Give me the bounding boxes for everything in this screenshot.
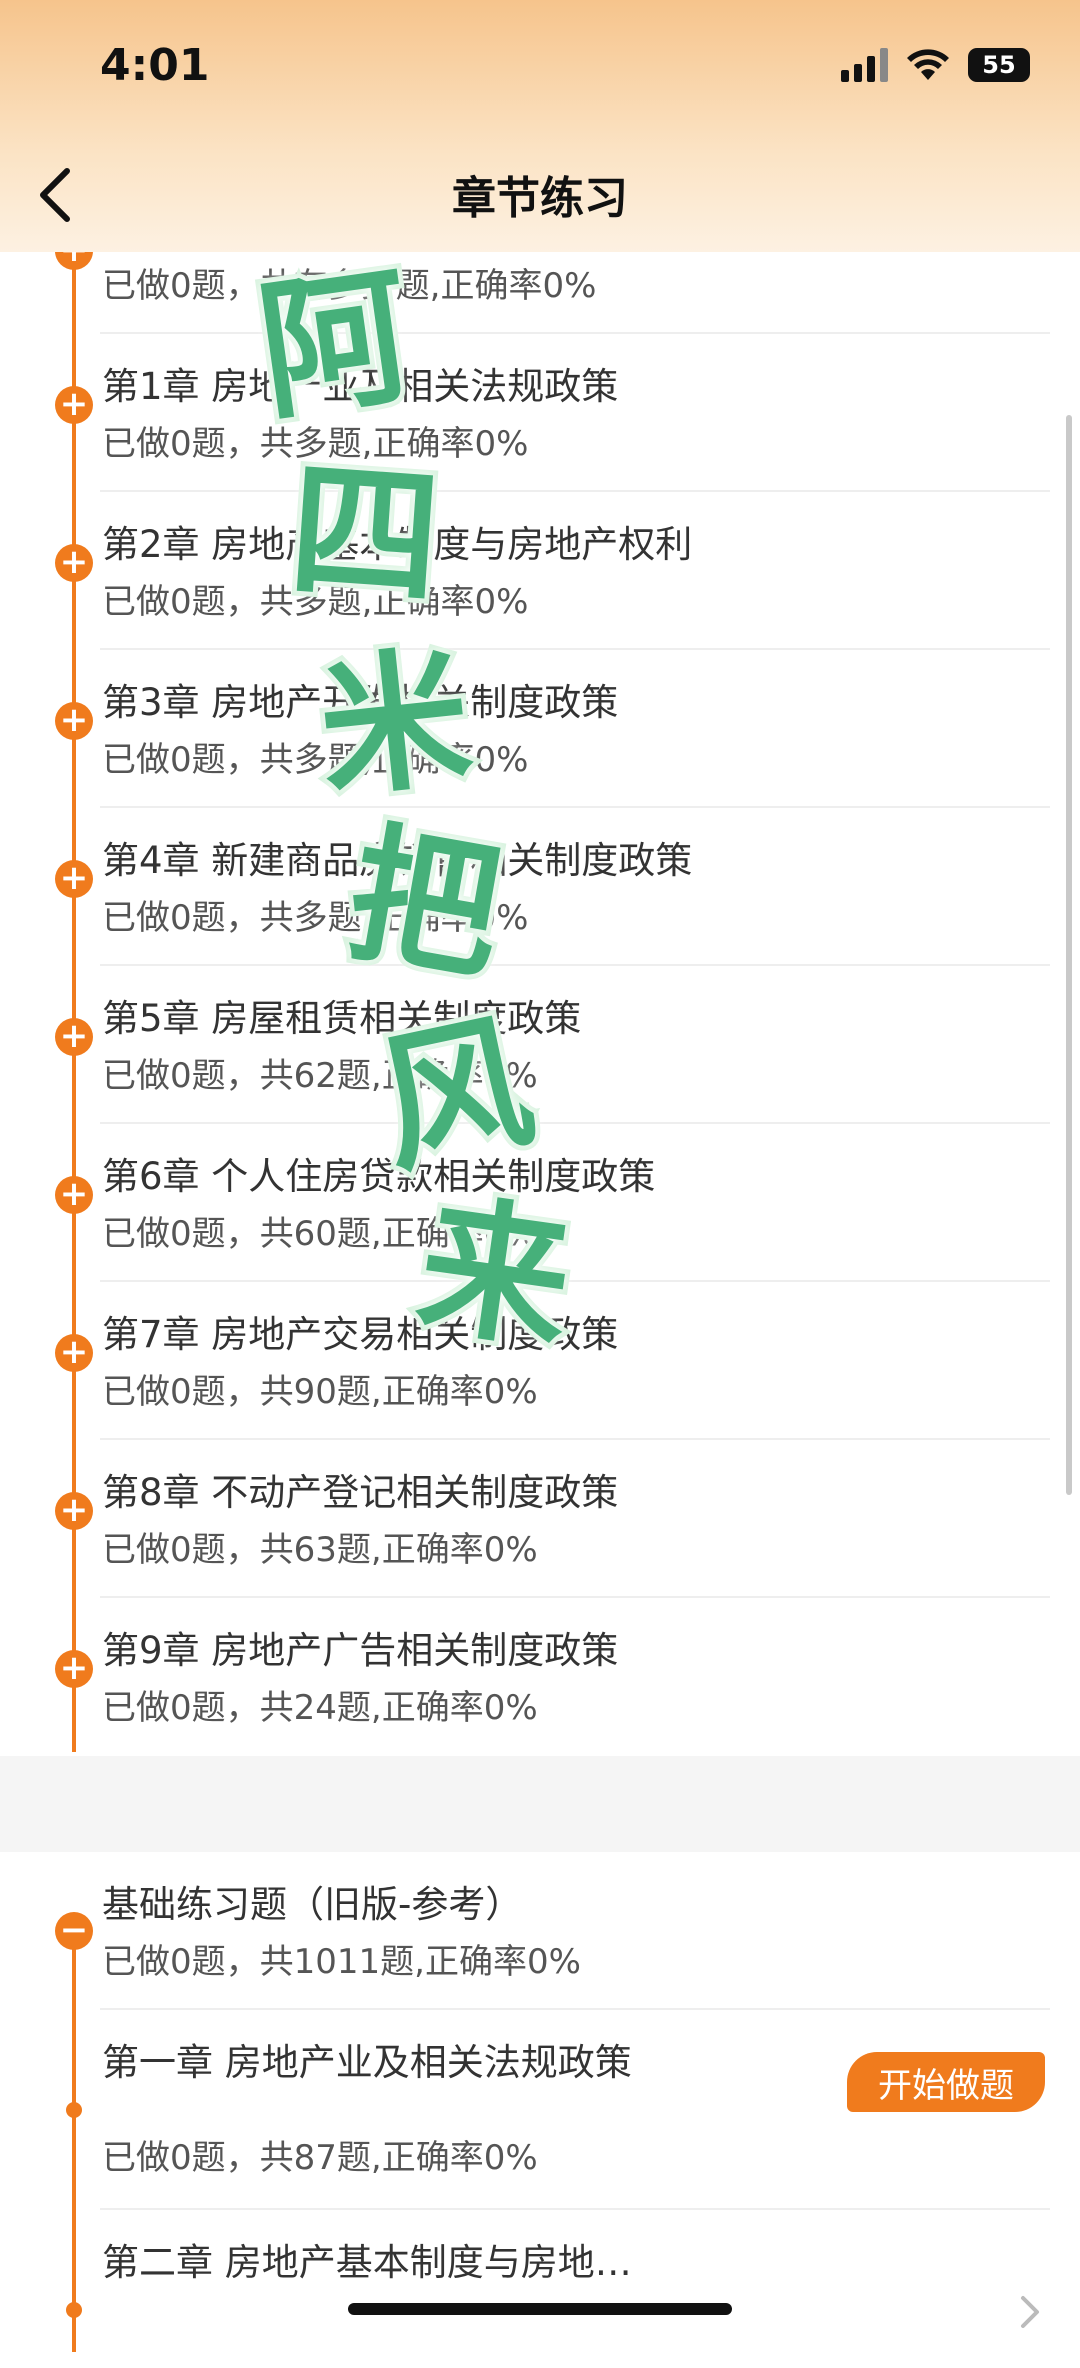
plus-circle-icon[interactable]: + <box>55 1334 93 1372</box>
scrollbar[interactable] <box>1066 415 1072 1495</box>
plus-circle-icon[interactable]: + <box>55 1492 93 1530</box>
status-icons: 55 <box>841 48 1030 82</box>
sticker-char: 来 <box>404 1173 587 1376</box>
section-title: 基础练习题（旧版-参考） <box>102 1883 523 1926</box>
start-practice-button[interactable]: 开始做题 <box>847 2052 1045 2112</box>
plus-circle-icon[interactable]: + <box>55 544 93 582</box>
plus-circle-icon[interactable]: + <box>55 386 93 424</box>
section-stats: 已做0题，共1011题,正确率0% <box>102 1942 581 1982</box>
sticker-char: 米 <box>306 626 483 825</box>
plus-circle-icon[interactable]: + <box>55 1650 93 1688</box>
section-gap <box>0 1756 1080 1852</box>
list-item[interactable]: 第9章 房地产广告相关制度政策 已做0题，共24题,正确率0% <box>0 1598 1080 1756</box>
list-item[interactable]: 第二章 房地产基本制度与房地… <box>0 2210 1080 2368</box>
wifi-icon <box>907 49 949 80</box>
section-header[interactable]: 基础练习题（旧版-参考） 已做0题，共1011题,正确率0% <box>0 1852 1080 2010</box>
plus-circle-icon[interactable]: + <box>55 702 93 740</box>
plus-circle-icon[interactable]: + <box>55 1176 93 1214</box>
timeline-dot <box>66 2102 82 2118</box>
chevron-right-icon[interactable] <box>1015 2295 1045 2329</box>
chapter-stats: 已做0题，共63题,正确率0% <box>102 1530 538 1570</box>
sticker-char: 四 <box>279 438 451 632</box>
list-item[interactable]: 第1章 房地产业及相关法规政策 已做0题，共多题,正确率0% <box>0 334 1080 492</box>
list-item[interactable]: 第2章 房地产基本制度与房地产权利 已做0题，共多题,正确率0% <box>0 492 1080 650</box>
sticker-char: 阿 <box>244 243 427 446</box>
plus-circle-icon[interactable]: + <box>55 860 93 898</box>
chapter-stats: 已做0题，共24题,正确率0% <box>102 1688 538 1728</box>
plus-circle-icon[interactable]: + <box>55 1018 93 1056</box>
list-item[interactable]: 第4章 新建商品房销售相关制度政策 已做0题，共多题,正确率0% <box>0 808 1080 966</box>
chapter-title: 第一章 房地产业及相关法规政策 <box>102 2041 632 2084</box>
list-item[interactable]: 第8章 不动产登记相关制度政策 已做0题，共63题,正确率0% <box>0 1440 1080 1598</box>
header: 4:01 55 章节练习 <box>0 0 1080 252</box>
timeline-dot <box>66 2302 82 2318</box>
battery-icon: 55 <box>968 48 1030 82</box>
home-indicator[interactable] <box>348 2303 732 2315</box>
chapter-stats: 已做0题，共87题,正确率0% <box>102 2138 538 2178</box>
chapter-stats: 已做0题，共90题,正确率0% <box>102 1372 538 1412</box>
page-title: 章节练习 <box>452 173 628 224</box>
chapter-title: 第二章 房地产基本制度与房地… <box>102 2241 632 2284</box>
signal-icon <box>841 48 888 82</box>
sticker-char: 风 <box>359 989 552 1200</box>
list-item[interactable]: 第5章 房屋租赁相关制度政策 已做0题，共62题,正确率0% <box>0 966 1080 1124</box>
status-time: 4:01 <box>100 40 210 91</box>
chapter-title: 第8章 不动产登记相关制度政策 <box>102 1471 619 1514</box>
chapter-title: 第6章 个人住房贷款相关制度政策 <box>102 1155 656 1198</box>
list-item[interactable]: 第3章 房地产开发相关制度政策 已做0题，共多题,正确率0% <box>0 650 1080 808</box>
minus-circle-icon[interactable]: − <box>55 1912 93 1950</box>
chapter-title: 第9章 房地产广告相关制度政策 <box>102 1629 619 1672</box>
sticker-char: 把 <box>331 801 519 1008</box>
